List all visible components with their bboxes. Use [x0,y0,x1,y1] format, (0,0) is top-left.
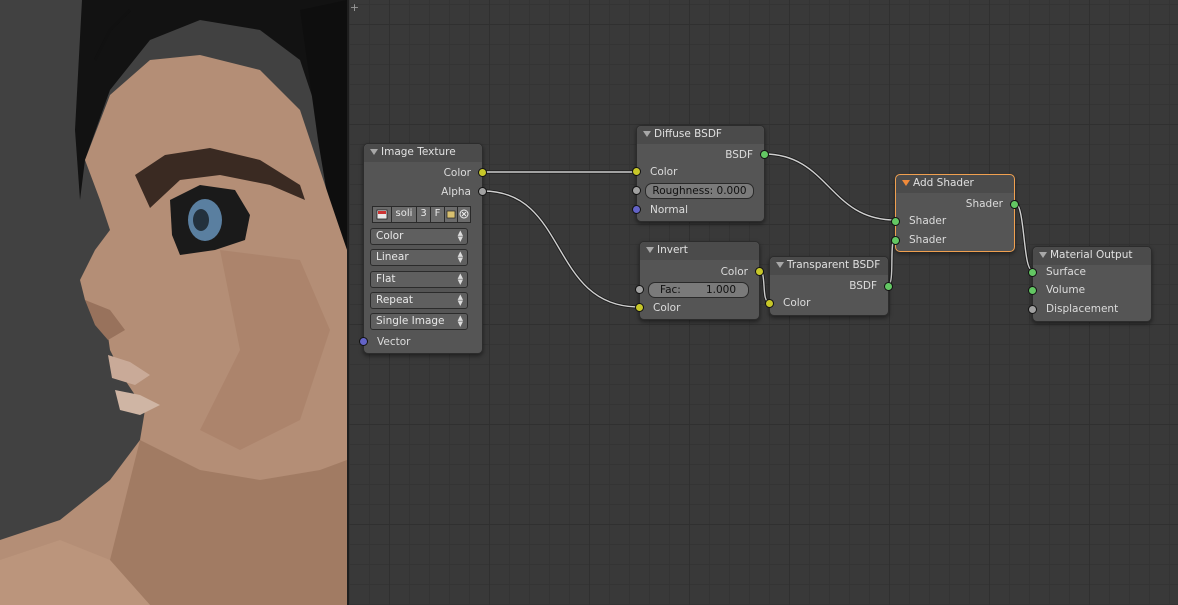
socket-input-color[interactable] [632,167,641,176]
output-label-color: Color [720,266,748,278]
input-label-color: Color [653,302,681,314]
node-header[interactable]: Transparent BSDF [770,257,888,275]
fake-user-label: F [434,208,441,219]
link-diffuse-to-add [763,153,896,221]
socket-input-normal[interactable] [632,205,641,214]
node-diffuse-bsdf[interactable]: Diffuse BSDF BSDF Color Roughness: 0.000… [632,125,769,222]
socket-input-color[interactable] [635,303,644,312]
collapse-triangle-icon[interactable] [646,247,654,253]
socket-input-fac[interactable] [635,285,644,294]
socket-input-vector[interactable] [359,337,368,346]
collapse-triangle-icon[interactable] [776,262,784,268]
open-image-icon[interactable] [444,206,458,223]
extension-select[interactable]: Repeat ▲ ▼ [370,292,468,309]
color-space-select[interactable]: Color ▲ ▼ [370,228,468,245]
node-invert[interactable]: Invert Color Fac: 1.000 Color [635,241,764,320]
node-header[interactable]: Invert [640,242,759,260]
input-label-shader-2: Shader [909,234,947,246]
updown-arrows-icon: ▲ ▼ [457,314,463,328]
updown-arrows-icon: ▲ ▼ [457,250,463,264]
link-add-to-output [1014,202,1033,271]
output-label-bsdf: BSDF [725,149,753,161]
input-label-vector: Vector [377,336,411,348]
image-browse-icon[interactable] [372,206,392,223]
socket-input-volume[interactable] [1028,286,1037,295]
node-header[interactable]: Image Texture [364,144,482,162]
socket-output-color[interactable] [478,168,487,177]
output-label-alpha: Alpha [441,186,471,198]
collapse-triangle-icon[interactable] [1039,252,1047,258]
updown-arrows-icon: ▲ ▼ [457,272,463,286]
node-header[interactable]: Material Output [1033,247,1151,265]
output-label-bsdf: BSDF [849,280,877,292]
socket-input-displacement[interactable] [1028,305,1037,314]
projection-select[interactable]: Flat ▲ ▼ [370,271,468,288]
output-label-color: Color [443,167,471,179]
socket-input-shader-1[interactable] [891,217,900,226]
3d-viewport[interactable] [0,0,347,605]
output-label-shader: Shader [965,198,1003,210]
socket-input-roughness[interactable] [632,186,641,195]
updown-arrows-icon: ▲ ▼ [457,229,463,243]
input-label-normal: Normal [650,204,688,216]
roughness-field[interactable]: Roughness: 0.000 [645,183,754,199]
updown-arrows-icon: ▲ ▼ [457,293,463,307]
fake-user-button[interactable]: F [430,206,445,223]
source-select[interactable]: Single Image ▲ ▼ [370,313,468,330]
node-title: Add Shader [913,177,974,189]
node-header[interactable]: Diffuse BSDF [637,126,764,144]
socket-output-shader[interactable] [1010,200,1019,209]
socket-input-shader-2[interactable] [891,236,900,245]
collapse-triangle-icon[interactable] [643,131,651,137]
character-render [0,0,347,605]
fac-field[interactable]: Fac: 1.000 [648,282,749,298]
input-label-shader-1: Shader [909,215,947,227]
input-label-surface: Surface [1046,266,1087,278]
socket-input-surface[interactable] [1028,268,1037,277]
collapse-triangle-icon[interactable] [370,149,378,155]
input-label-color: Color [783,297,811,309]
socket-output-color[interactable] [755,267,764,276]
node-title: Material Output [1050,249,1133,261]
image-name-field[interactable]: soli [391,206,417,223]
collapse-triangle-icon[interactable] [902,180,910,186]
unlink-image-icon[interactable] [457,206,471,223]
node-title: Transparent BSDF [787,259,881,271]
image-name: soli [395,208,413,219]
socket-output-bsdf[interactable] [760,150,769,159]
fac-value: 1.000 [705,284,736,296]
node-title: Invert [657,244,688,256]
input-label-displacement: Displacement [1046,303,1119,315]
node-material-output[interactable]: Material Output Surface Volume Displacem… [1028,246,1152,322]
socket-input-color[interactable] [765,299,774,308]
node-image-texture[interactable]: Image Texture Color Alpha soli 3 F Color… [359,143,487,354]
users-count: 3 [420,208,427,219]
node-add-shader[interactable]: Add Shader Shader Shader Shader [891,174,1019,252]
node-title: Diffuse BSDF [654,128,722,140]
image-users-count[interactable]: 3 [416,206,431,223]
node-transparent-bsdf[interactable]: Transparent BSDF BSDF Color [765,256,893,316]
node-title: Image Texture [381,146,456,158]
socket-output-alpha[interactable] [478,187,487,196]
node-editor[interactable]: + + Image Texture Color Alpha [349,0,1178,605]
input-label-volume: Volume [1046,284,1086,296]
socket-output-bsdf[interactable] [884,282,893,291]
interpolation-select[interactable]: Linear ▲ ▼ [370,249,468,266]
input-label-color: Color [650,166,678,178]
node-header[interactable]: Add Shader [896,175,1014,193]
fac-label: Fac: [660,284,681,296]
roughness-value: Roughness: 0.000 [652,185,747,197]
